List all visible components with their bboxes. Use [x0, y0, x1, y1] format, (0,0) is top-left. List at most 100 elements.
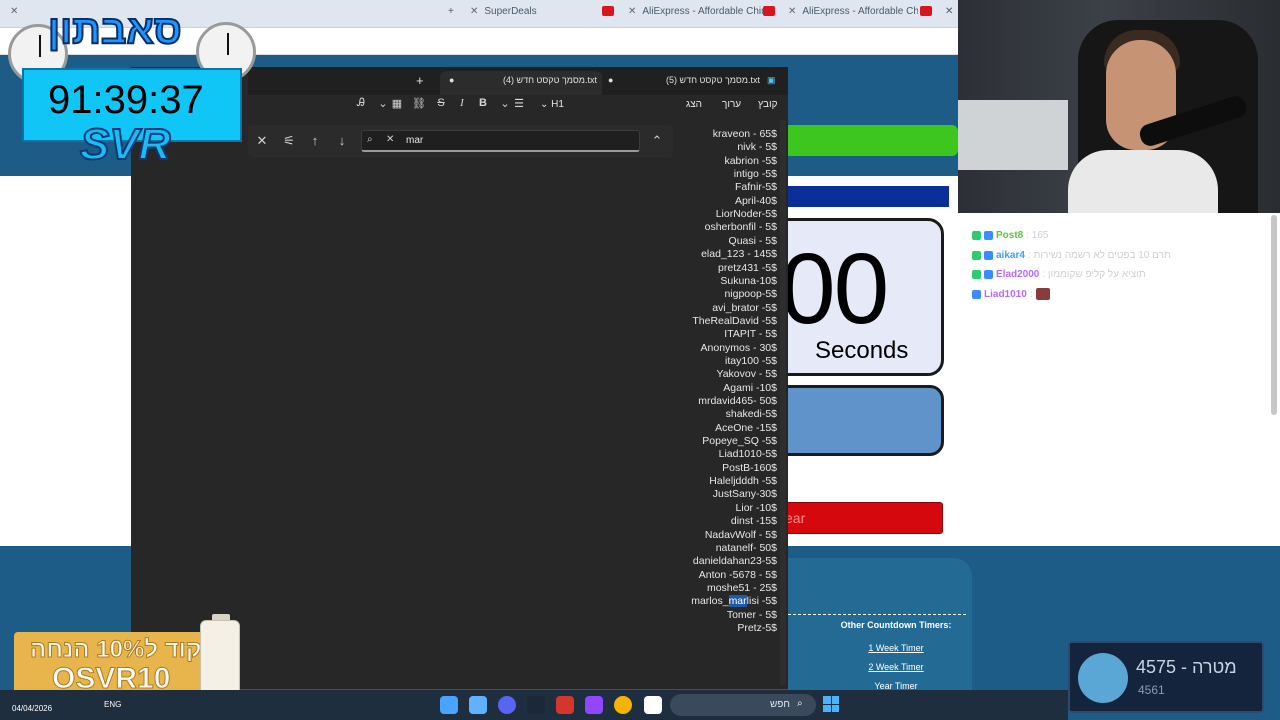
text-line: nigpoop-5$ [724, 288, 777, 301]
chevron-down-icon[interactable]: ⌄ [498, 97, 512, 110]
sub-badge-icon [984, 250, 993, 260]
text-line: JustSany-30$ [712, 488, 777, 501]
tab-document-5[interactable]: מסמך טקסט חדש (5).txt [666, 75, 760, 85]
options-icon[interactable]: ⚟ [282, 133, 296, 149]
page-scrollbar[interactable] [1271, 215, 1277, 415]
text-line: Agami -10$ [723, 381, 777, 394]
chat-message: Elad2000 : תוציא על קליפ שקוממון [972, 266, 1146, 282]
text-line: Yakovov - 5$ [716, 368, 777, 381]
browser-close-icon[interactable]: ✕ [10, 6, 24, 22]
taskbar-search[interactable] [670, 694, 816, 716]
table-icon[interactable]: ▦ [390, 97, 404, 110]
text-line: LiorNoder-5$ [715, 208, 777, 221]
seconds-digits: 00 [780, 233, 889, 345]
chat-username[interactable]: aikar4 [996, 250, 1025, 261]
find-input[interactable] [361, 130, 640, 152]
link-1-week-timer[interactable]: 1 Week Timer [826, 643, 966, 653]
goal-widget: 4575 - מטרה 4561 [1068, 641, 1264, 713]
close-icon[interactable]: ✕ [255, 133, 269, 149]
text-line: Fafnir-5$ [734, 181, 777, 194]
notepad-window [131, 67, 788, 689]
sub-badge-icon [972, 289, 981, 299]
text-line: osherbonfil - 5$ [704, 221, 777, 234]
notepad-scrollbar[interactable] [780, 120, 786, 685]
progress-bar [788, 125, 958, 156]
menu-view[interactable]: הצג [686, 99, 702, 110]
chat-username[interactable]: Liad1010 [984, 289, 1027, 300]
tab-dot-icon: ● [449, 75, 455, 85]
taskbar-date: 04/04/2026 [12, 704, 53, 713]
text-line: kabrion -5$ [724, 154, 777, 167]
search-match-highlight: mar [728, 595, 747, 608]
browser-tab-aliexpress-2[interactable]: ✕AliExpress - Affordable Chinese [788, 6, 918, 22]
media-app-icon[interactable] [556, 696, 574, 714]
text-line: avi_brator -5$ [712, 301, 777, 314]
text-line: Haleljdddh -5$ [709, 475, 777, 488]
seconds-label: Seconds [815, 337, 909, 364]
tab-close-icon[interactable]: ✕ [945, 6, 953, 22]
text-line: Tomer - 5$ [726, 608, 777, 621]
spellcheck-icon[interactable]: Ꭿ [354, 97, 368, 110]
text-line: danieldahan23-5$ [692, 555, 777, 568]
search-icon: ⌕ [367, 134, 373, 145]
chrome-icon[interactable] [614, 696, 632, 714]
notepad-icon[interactable] [469, 696, 487, 714]
clear-button[interactable]: ear [770, 502, 943, 534]
text-line: Anonymos - 30$ [700, 341, 777, 354]
chat-username[interactable]: Post8 [996, 230, 1023, 241]
text-line: nivk - 5$ [737, 141, 777, 154]
link-2-week-timer[interactable]: 2 Week Timer [826, 662, 966, 672]
text-line: Liad1010-5$ [718, 448, 777, 461]
chevron-up-icon[interactable]: ⌃ [650, 133, 664, 149]
text-line: NadavWolf - 5$ [704, 528, 777, 541]
language-indicator[interactable]: ENG [104, 700, 121, 709]
arrow-up-icon[interactable]: ↑ [308, 133, 322, 148]
browser-tab-aliexpress-1[interactable]: ✕AliExpress - Affordable Chinese [628, 6, 763, 22]
chevron-down-icon[interactable]: ⌄ [376, 97, 390, 110]
divider [788, 614, 966, 615]
aliexpress-icon [920, 6, 932, 22]
start-button[interactable] [770, 385, 944, 456]
heading-dropdown[interactable]: ⌄ H1 [540, 99, 564, 110]
italic-icon[interactable]: I [455, 97, 469, 109]
text-line: kraveon - 65$ [712, 128, 777, 140]
emote-icon [1035, 288, 1050, 300]
text-line: elad_123 - 145$ [701, 248, 777, 261]
text-line: TheRealDavid -5$ [692, 314, 777, 327]
tab-document-4[interactable]: מסמך טקסט חדש (4).txt [503, 75, 597, 85]
new-tab-button[interactable]: + [448, 6, 454, 22]
chat-text: : 165 [1026, 229, 1049, 241]
moderator-badge-icon [972, 230, 981, 240]
sub-badge-icon [984, 230, 993, 240]
text-line: Anton -5678 - 5$ [698, 568, 777, 581]
link-icon[interactable]: ⛓ [412, 97, 426, 110]
list-icon[interactable]: ☰ [512, 97, 526, 110]
clear-search-icon[interactable]: ✕ [386, 134, 394, 145]
chevron-down-icon: ⌄ [540, 99, 552, 110]
goal-avatar [1078, 653, 1128, 703]
menu-edit[interactable]: ערוך [722, 99, 741, 110]
chat-username[interactable]: Elad2000 [996, 269, 1039, 280]
subathon-timer: 91:39:37 [48, 78, 204, 122]
discord-icon[interactable] [498, 696, 516, 714]
taskbar-search-label: חפש [770, 699, 790, 710]
steam-icon[interactable] [527, 696, 545, 714]
text-line: AceOne -15$ [715, 421, 777, 434]
arrow-down-icon[interactable]: ↓ [335, 133, 349, 148]
text-line: Sukuna-10$ [720, 274, 777, 287]
text-line: moshe51 - 25$ [706, 581, 777, 594]
windows-start-icon[interactable] [823, 696, 839, 712]
goal-label: 4575 - מטרה [1136, 657, 1237, 677]
text-line: Lior -10$ [735, 501, 777, 514]
calculator-icon[interactable] [440, 696, 458, 714]
menu-file[interactable]: קובץ [758, 99, 778, 110]
aliexpress-icon [602, 6, 614, 22]
file-explorer-icon[interactable] [644, 696, 662, 714]
twitch-icon[interactable] [585, 696, 603, 714]
stream-logo: סאבתון [47, 7, 183, 53]
chat-message: Liad1010 : [972, 286, 1050, 302]
bold-icon[interactable]: B [476, 97, 490, 109]
browser-tab-superdeals[interactable]: ✕ SuperDeals [470, 6, 600, 22]
strikethrough-icon[interactable]: S [434, 97, 448, 109]
new-tab-button[interactable]: + [416, 73, 424, 88]
